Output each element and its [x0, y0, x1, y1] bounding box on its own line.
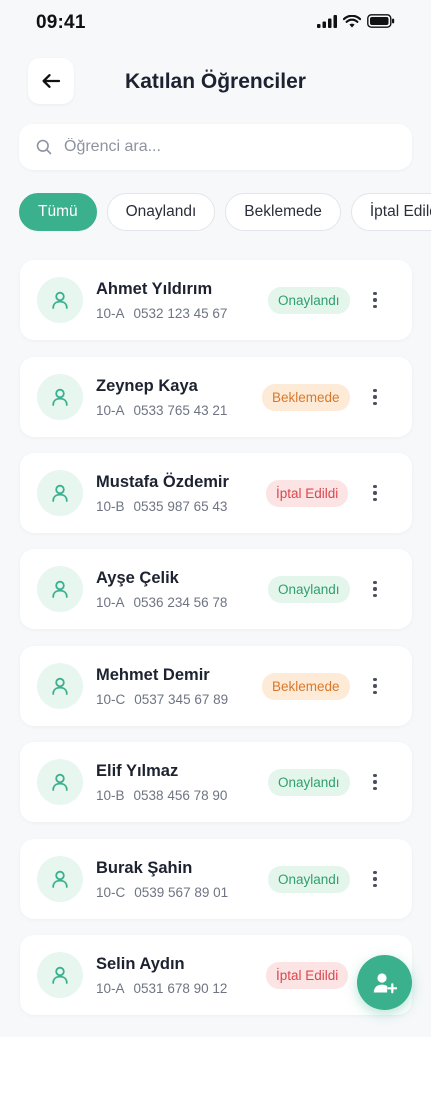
page-title: Katılan Öğrenciler — [0, 70, 431, 94]
student-phone: 0532 123 45 67 — [133, 306, 228, 321]
more-options-button[interactable] — [365, 479, 385, 507]
student-card[interactable]: Mehmet Demir 10-C 0537 345 67 89 Bekleme… — [20, 646, 412, 726]
student-class: 10-C — [96, 885, 126, 900]
student-phone: 0537 345 67 89 — [134, 692, 229, 707]
student-meta: 10-A 0533 765 43 21 — [96, 403, 227, 418]
more-options-button[interactable] — [365, 768, 385, 796]
more-options-button[interactable] — [365, 672, 385, 700]
add-user-icon — [373, 972, 397, 993]
filter-chip-pending[interactable]: Beklemede — [225, 193, 341, 231]
student-card[interactable]: Mustafa Özdemir 10-B 0535 987 65 43 İpta… — [20, 453, 412, 533]
filter-row: Tümü Onaylandı Beklemede İptal Edildi — [19, 193, 431, 233]
wifi-icon — [343, 14, 361, 27]
student-name: Burak Şahin — [96, 859, 193, 877]
avatar — [37, 952, 83, 998]
student-class: 10-B — [96, 499, 125, 514]
filter-chip-all[interactable]: Tümü — [19, 193, 97, 231]
status-time: 09:41 — [36, 12, 86, 33]
avatar — [37, 470, 83, 516]
student-class: 10-A — [96, 403, 125, 418]
search-box[interactable] — [19, 124, 412, 170]
more-options-button[interactable] — [365, 865, 385, 893]
user-icon — [52, 870, 68, 888]
battery-icon — [367, 14, 395, 28]
more-options-button[interactable] — [365, 383, 385, 411]
status-badge: Onaylandı — [268, 866, 350, 893]
avatar — [37, 663, 83, 709]
user-icon — [52, 966, 68, 984]
student-phone: 0538 456 78 90 — [133, 788, 228, 803]
student-phone: 0533 765 43 21 — [133, 403, 228, 418]
student-class: 10-A — [96, 306, 125, 321]
student-meta: 10-A 0531 678 90 12 — [96, 981, 227, 996]
avatar — [37, 759, 83, 805]
status-badge: Onaylandı — [268, 769, 350, 796]
student-name: Zeynep Kaya — [96, 377, 198, 395]
status-badge: Onaylandı — [268, 287, 350, 314]
filter-chip-approved[interactable]: Onaylandı — [106, 193, 216, 231]
user-icon — [52, 677, 68, 695]
user-icon — [52, 291, 68, 309]
student-phone: 0535 987 65 43 — [133, 499, 228, 514]
student-name: Mustafa Özdemir — [96, 473, 229, 491]
search-icon — [36, 139, 52, 155]
more-options-button[interactable] — [365, 575, 385, 603]
student-name: Elif Yılmaz — [96, 762, 179, 780]
user-icon — [52, 388, 68, 406]
status-badge: Beklemede — [262, 384, 350, 411]
student-meta: 10-B 0538 456 78 90 — [96, 788, 227, 803]
student-meta: 10-C 0539 567 89 01 — [96, 885, 228, 900]
avatar — [37, 374, 83, 420]
status-badge: Onaylandı — [268, 576, 350, 603]
avatar — [37, 277, 83, 323]
filter-chip-cancelled[interactable]: İptal Edildi — [350, 193, 431, 231]
avatar — [37, 856, 83, 902]
student-name: Ayşe Çelik — [96, 569, 179, 587]
search-input[interactable] — [64, 138, 384, 156]
student-class: 10-A — [96, 981, 125, 996]
status-badge: İptal Edildi — [266, 480, 349, 507]
avatar — [37, 566, 83, 612]
user-icon — [52, 580, 68, 598]
student-class: 10-A — [96, 595, 125, 610]
student-card[interactable]: Ahmet Yıldırım 10-A 0532 123 45 67 Onayl… — [20, 260, 412, 340]
status-badge: Beklemede — [262, 673, 350, 700]
student-meta: 10-A 0532 123 45 67 — [96, 306, 227, 321]
student-card[interactable]: Zeynep Kaya 10-A 0533 765 43 21 Beklemed… — [20, 357, 412, 437]
more-options-button[interactable] — [365, 286, 385, 314]
student-name: Selin Aydın — [96, 955, 185, 973]
student-class: 10-C — [96, 692, 126, 707]
user-icon — [52, 484, 68, 502]
status-badge: İptal Edildi — [266, 962, 349, 989]
student-meta: 10-C 0537 345 67 89 — [96, 692, 228, 707]
student-card[interactable]: Burak Şahin 10-C 0539 567 89 01 Onayland… — [20, 839, 412, 919]
student-phone: 0539 567 89 01 — [134, 885, 229, 900]
student-name: Mehmet Demir — [96, 666, 210, 684]
student-phone: 0531 678 90 12 — [133, 981, 228, 996]
user-icon — [52, 773, 68, 791]
signal-icon — [317, 14, 337, 28]
student-name: Ahmet Yıldırım — [96, 280, 213, 298]
student-card[interactable]: Selin Aydın 10-A 0531 678 90 12 İptal Ed… — [20, 935, 412, 1015]
status-bar: 09:41 — [0, 0, 431, 46]
student-card[interactable]: Ayşe Çelik 10-A 0536 234 56 78 Onaylandı — [20, 549, 412, 629]
add-student-button[interactable] — [357, 955, 412, 1010]
status-icons — [317, 14, 395, 28]
student-card[interactable]: Elif Yılmaz 10-B 0538 456 78 90 Onayland… — [20, 742, 412, 822]
student-class: 10-B — [96, 788, 125, 803]
student-meta: 10-B 0535 987 65 43 — [96, 499, 227, 514]
student-meta: 10-A 0536 234 56 78 — [96, 595, 227, 610]
page-title-text: Katılan Öğrenciler — [125, 70, 306, 93]
student-phone: 0536 234 56 78 — [133, 595, 228, 610]
